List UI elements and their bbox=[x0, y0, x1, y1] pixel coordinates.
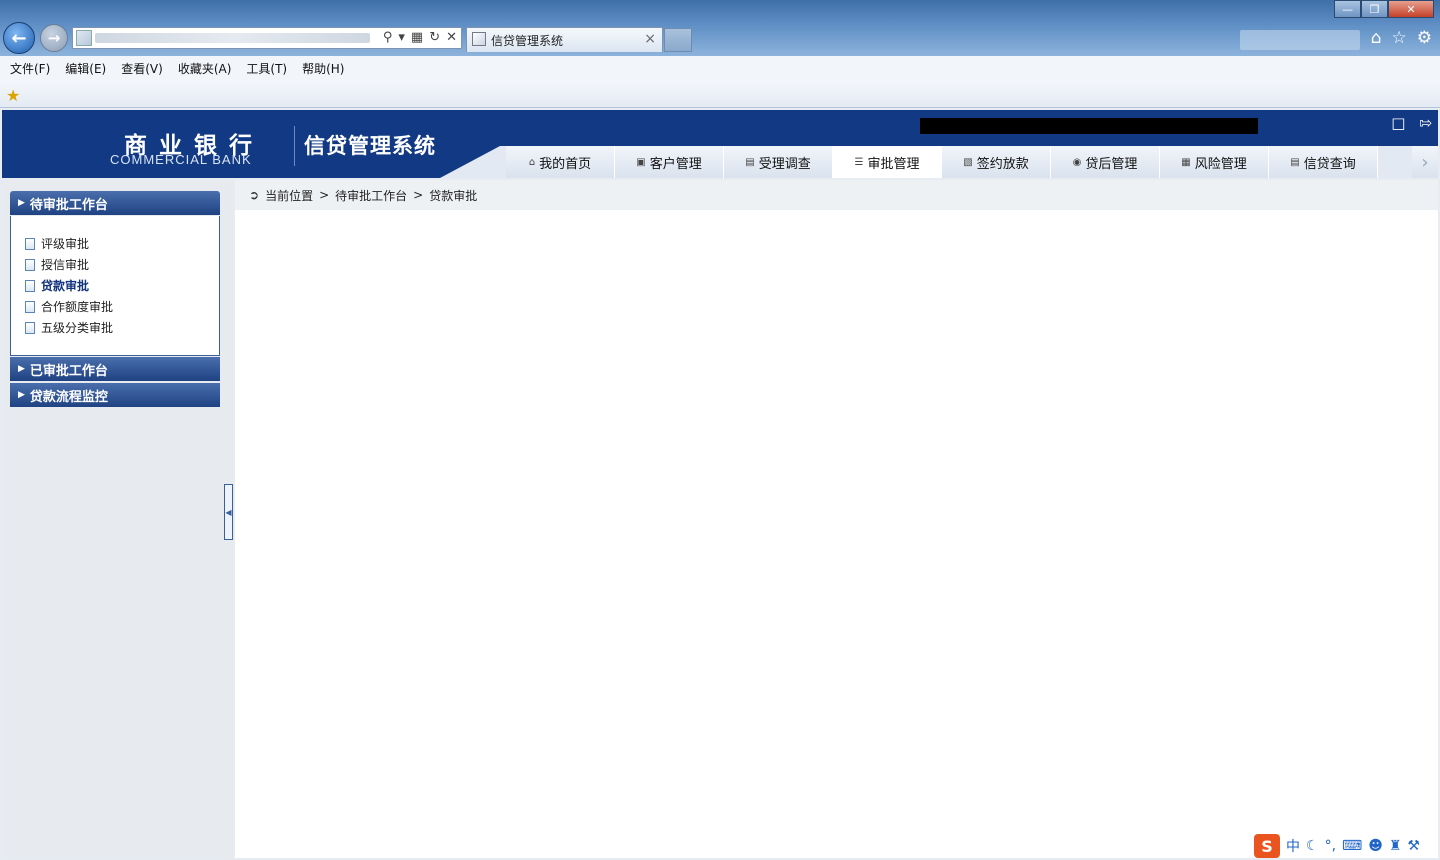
user-icon[interactable]: ☻ bbox=[1368, 838, 1383, 854]
new-tab-button[interactable] bbox=[664, 28, 692, 52]
sidebar-item-rating-approval[interactable]: 评级审批 bbox=[25, 235, 89, 252]
compat-view-icon[interactable]: ▦ bbox=[411, 30, 423, 45]
panel-approved[interactable]: ▶ 已审批工作台 bbox=[10, 357, 220, 381]
dropdown-icon[interactable]: ▾ bbox=[398, 30, 405, 45]
approval-icon: ☰ bbox=[854, 156, 864, 168]
tab-title: 信贷管理系统 bbox=[491, 33, 564, 48]
risk-icon: ▦ bbox=[1181, 156, 1191, 168]
tab-postloan[interactable]: ◉ 贷后管理 bbox=[1051, 146, 1160, 178]
moon-icon[interactable]: ☾ bbox=[1306, 838, 1319, 854]
tab-query[interactable]: ▤ 信贷查询 bbox=[1269, 146, 1378, 178]
back-button[interactable]: ← bbox=[3, 22, 35, 54]
browser-search-blurred bbox=[1240, 30, 1360, 50]
panel-loan-monitor[interactable]: ▶ 贷款流程监控 bbox=[10, 383, 220, 407]
arrow-right-icon: → bbox=[47, 29, 61, 47]
logout-icon[interactable]: ⇰ bbox=[1419, 114, 1432, 132]
restore-button[interactable]: ❐ bbox=[1361, 0, 1388, 18]
menu-tools[interactable]: 工具(T) bbox=[246, 60, 287, 77]
main-nav: ⌂ 我的首页 ▣ 客户管理 ▤ 受理调查 ☰ 审批管理 ▧ 签约放款 ◉ 贷后管理 ▦ 风险管… bbox=[506, 146, 1378, 178]
search-icon[interactable]: ⚲ bbox=[383, 30, 393, 45]
page-favicon-icon bbox=[76, 30, 92, 46]
sidebar-item-five-class-approval[interactable]: 五级分类审批 bbox=[25, 319, 113, 336]
document-icon bbox=[25, 237, 35, 250]
settings-gear-icon[interactable]: ⚙ bbox=[1417, 28, 1432, 48]
menu-file[interactable]: 文件(F) bbox=[10, 60, 50, 77]
tab-home[interactable]: ⌂ 我的首页 bbox=[506, 146, 615, 178]
panel-pending-approval[interactable]: ▶ 待审批工作台 bbox=[10, 191, 220, 215]
main-content: ➲ 当前位置 > 待审批工作台 > 贷款审批 bbox=[235, 180, 1438, 858]
stop-icon[interactable]: ✕ bbox=[446, 30, 457, 45]
skin-icon[interactable]: ♜ bbox=[1389, 838, 1402, 854]
sidebar-item-coop-limit-approval[interactable]: 合作额度审批 bbox=[25, 298, 113, 315]
document-icon bbox=[25, 321, 35, 334]
tab-customer[interactable]: ▣ 客户管理 bbox=[615, 146, 724, 178]
refresh-icon[interactable]: ↻ bbox=[429, 30, 440, 45]
document-icon bbox=[25, 300, 35, 313]
tab-approval[interactable]: ☰ 审批管理 bbox=[833, 146, 942, 178]
close-window-button[interactable]: ✕ bbox=[1388, 0, 1434, 18]
home-icon[interactable]: ⌂ bbox=[1371, 28, 1382, 48]
contract-icon: ▧ bbox=[963, 156, 973, 168]
caret-left-icon: ◀ bbox=[225, 507, 232, 517]
menu-edit[interactable]: 编辑(E) bbox=[65, 60, 106, 77]
keyboard-icon[interactable]: ⌨ bbox=[1342, 838, 1362, 854]
ime-language[interactable]: 中 bbox=[1286, 836, 1300, 856]
forward-button[interactable]: → bbox=[40, 24, 68, 52]
document-icon bbox=[25, 279, 35, 292]
logo-divider bbox=[294, 126, 295, 166]
system-title: 信贷管理系统 bbox=[304, 134, 436, 158]
arrow-left-icon: ← bbox=[11, 27, 27, 49]
caret-right-icon: ▶ bbox=[18, 390, 25, 400]
menu-view[interactable]: 查看(V) bbox=[121, 60, 163, 77]
favorites-star-icon[interactable]: ☆ bbox=[1392, 28, 1407, 48]
wrench-icon[interactable]: ⚒ bbox=[1407, 838, 1420, 854]
sidebar-item-loan-approval[interactable]: 贷款审批 bbox=[25, 277, 89, 294]
nav-scroll-right-button[interactable]: › bbox=[1412, 146, 1438, 178]
breadcrumb-level1: 待审批工作台 bbox=[335, 188, 408, 203]
sidebar-item-credit-approval[interactable]: 授信审批 bbox=[25, 256, 89, 273]
home-icon: ⌂ bbox=[528, 156, 536, 168]
sidebar-collapse-handle[interactable]: ◀ bbox=[224, 484, 233, 540]
browser-tab[interactable]: 信贷管理系统 × bbox=[466, 27, 663, 52]
sogou-logo-icon[interactable]: S bbox=[1254, 834, 1280, 858]
breadcrumb-level2: 贷款审批 bbox=[429, 188, 478, 203]
desktop-icon[interactable]: □ bbox=[1391, 114, 1405, 132]
pending-approval-list: 评级审批 授信审批 贷款审批 合作额度审批 五级分类审批 bbox=[10, 216, 220, 356]
bank-logo-en: COMMERCIAL BANK bbox=[110, 152, 252, 167]
punctuation-icon[interactable]: °, bbox=[1325, 838, 1336, 854]
caret-right-icon: ▶ bbox=[18, 364, 25, 374]
breadcrumb-sep: > bbox=[319, 188, 330, 202]
breadcrumb: ➲ 当前位置 > 待审批工作台 > 贷款审批 bbox=[235, 180, 1438, 210]
address-bar[interactable]: ⚲ ▾ ▦ ↻ ✕ bbox=[72, 27, 462, 49]
user-info-redacted bbox=[920, 118, 1258, 134]
tab-risk[interactable]: ▦ 风险管理 bbox=[1160, 146, 1269, 178]
survey-icon: ▤ bbox=[745, 156, 755, 168]
caret-right-icon: ▶ bbox=[18, 198, 25, 208]
tab-favicon-icon bbox=[472, 32, 486, 46]
chevron-right-icon: › bbox=[1421, 151, 1429, 173]
menu-favorites[interactable]: 收藏夹(A) bbox=[178, 60, 232, 77]
postloan-icon: ◉ bbox=[1072, 156, 1082, 168]
add-favorite-icon[interactable]: ★ bbox=[6, 86, 20, 105]
favorites-bar: ★ bbox=[0, 80, 1440, 108]
ime-toolbar: S 中 ☾ °, ⌨ ☻ ♜ ⚒ bbox=[1254, 834, 1420, 858]
menu-bar: 文件(F) 编辑(E) 查看(V) 收藏夹(A) 工具(T) 帮助(H) bbox=[0, 56, 1440, 80]
close-tab-icon[interactable]: × bbox=[644, 31, 656, 47]
breadcrumb-sep: > bbox=[413, 188, 424, 202]
menu-help[interactable]: 帮助(H) bbox=[302, 60, 344, 77]
customer-icon: ▣ bbox=[636, 156, 646, 168]
browser-titlebar: ← → ⚲ ▾ ▦ ↻ ✕ 信贷管理系统 × ⌂ ☆ ⚙ — ❐ ✕ bbox=[0, 0, 1440, 56]
breadcrumb-label: 当前位置 bbox=[265, 188, 314, 203]
address-url-blurred bbox=[95, 33, 370, 43]
tab-survey[interactable]: ▤ 受理调查 bbox=[724, 146, 833, 178]
minimize-button[interactable]: — bbox=[1334, 0, 1361, 18]
query-icon: ▤ bbox=[1290, 156, 1300, 168]
location-icon: ➲ bbox=[249, 188, 260, 202]
document-icon bbox=[25, 258, 35, 271]
tab-contract[interactable]: ▧ 签约放款 bbox=[942, 146, 1051, 178]
